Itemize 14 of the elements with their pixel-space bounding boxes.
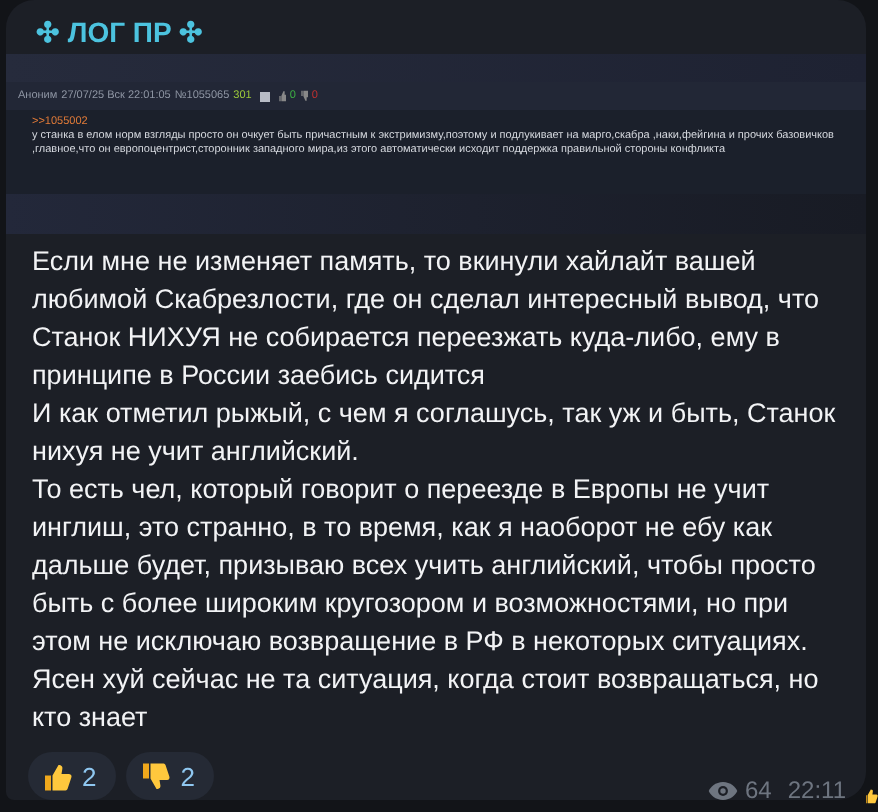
image-icon <box>259 91 270 102</box>
reaction-button[interactable]: 2 <box>28 752 117 800</box>
message-paragraph: Если мне не изменяет память, то вкинули хайлайт вашей любимой Скабрезлости, где он сделал интересный вывод, что Станок НИХУЯ не собирается переезжать куда-либо, ему в принципе в России заебись сидится <box>32 244 821 394</box>
thumbs-down-icon <box>140 761 171 791</box>
message-paragraph: То есть чел, который говорит о переезде в Европы не учит инглиш, это странно, в то время, как я наоборот не ебу как дальше будет, призываю всех учить английский, чтобы просто быть с более широким кругозором и возможностями, но при этом не исключаю возвращение в РФ в некоторых ситуациях. Ясен хуй сейчас не та ситуация, когда стоит возвращаться, но кто знает <box>32 472 821 736</box>
message-paragraph: И как отметил рыжый, с чем я соглашусь, так уж и быть, Станок нихуя не учит английский. <box>32 396 838 470</box>
thumbs-up-icon <box>42 761 72 791</box>
view-count: 64 <box>745 776 772 800</box>
dislike-icon <box>299 90 308 103</box>
like-icon <box>277 90 286 103</box>
reaction-button[interactable]: 2 <box>126 752 215 800</box>
thumbs-up-icon[interactable] <box>866 784 878 808</box>
channel-title[interactable]: ✣ ЛОГ ПР ✣ <box>6 0 866 55</box>
message-time: 22:11 <box>787 776 846 800</box>
